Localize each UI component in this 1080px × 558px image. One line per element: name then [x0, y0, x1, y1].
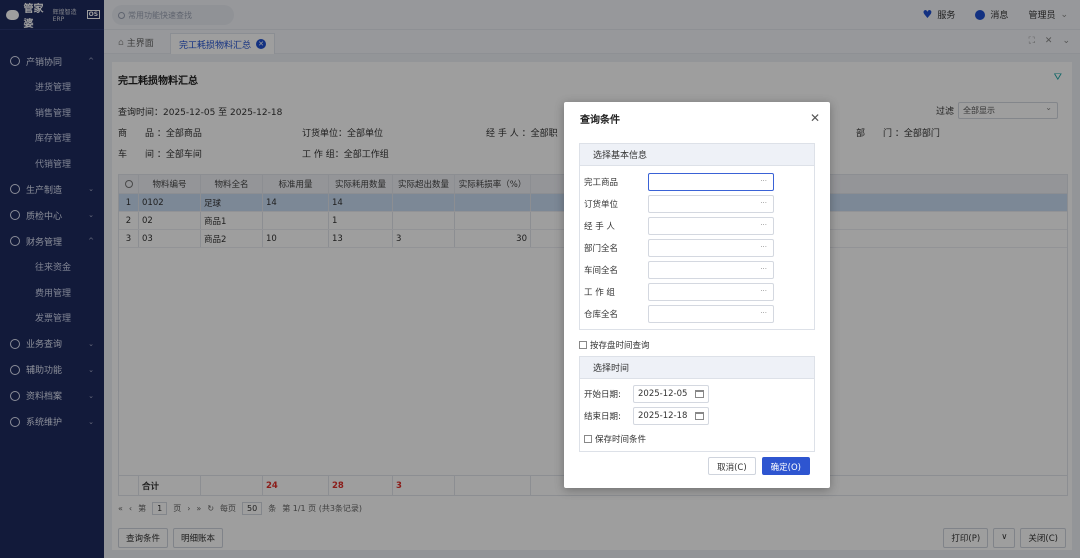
- field-row: 完工商品 ···: [584, 173, 774, 191]
- ellipsis-icon[interactable]: ···: [760, 309, 767, 317]
- field-label: 完工商品: [584, 178, 619, 188]
- field-label: 工 作 组: [584, 288, 615, 298]
- field-label: 仓库全名: [584, 310, 619, 320]
- field-label: 部门全名: [584, 244, 619, 254]
- field-row: 经 手 人 ···: [584, 217, 774, 235]
- field-row: 仓库全名 ···: [584, 305, 774, 323]
- start-date-row: 开始日期: 2025-12-05: [584, 385, 709, 403]
- calendar-icon[interactable]: [695, 412, 704, 420]
- checkbox-icon: [584, 435, 592, 443]
- field-label: 订货单位: [584, 200, 619, 210]
- field-input[interactable]: ···: [648, 305, 774, 323]
- by-stock-time-label: 按存盘时间查询: [590, 341, 650, 351]
- confirm-button[interactable]: 确定(O): [761, 457, 810, 475]
- end-date-row: 结束日期: 2025-12-18: [584, 407, 709, 425]
- ellipsis-icon[interactable]: ···: [760, 177, 767, 185]
- calendar-icon[interactable]: [695, 390, 704, 398]
- start-date-input[interactable]: 2025-12-05: [633, 385, 709, 403]
- save-time-checkbox[interactable]: 保存时间条件: [584, 433, 646, 445]
- time-heading: 选择时间: [580, 357, 814, 379]
- by-stock-time-checkbox[interactable]: 按存盘时间查询: [579, 339, 650, 351]
- basic-info-section: 选择基本信息 完工商品 ··· 订货单位 ··· 经 手 人 ··· 部门全名 ··· 车间全名…: [579, 143, 815, 330]
- time-section: 选择时间 开始日期: 2025-12-05 结束日期: 2025-12-18 保…: [579, 356, 815, 452]
- field-input[interactable]: ···: [648, 195, 774, 213]
- field-row: 车间全名 ···: [584, 261, 774, 279]
- ellipsis-icon[interactable]: ···: [760, 199, 767, 207]
- field-input[interactable]: ···: [648, 173, 774, 191]
- basic-info-heading: 选择基本信息: [580, 144, 814, 166]
- close-icon[interactable]: ✕: [810, 111, 820, 125]
- cancel-button[interactable]: 取消(C): [708, 457, 756, 475]
- ellipsis-icon[interactable]: ···: [760, 243, 767, 251]
- field-input[interactable]: ···: [648, 239, 774, 257]
- start-date-label: 开始日期:: [584, 390, 621, 400]
- ellipsis-icon[interactable]: ···: [760, 221, 767, 229]
- end-date-value: 2025-12-18: [638, 411, 688, 421]
- field-input[interactable]: ···: [648, 217, 774, 235]
- ellipsis-icon[interactable]: ···: [760, 287, 767, 295]
- field-label: 车间全名: [584, 266, 619, 276]
- field-row: 工 作 组 ···: [584, 283, 774, 301]
- modal-overlay: [0, 0, 1080, 558]
- ellipsis-icon[interactable]: ···: [760, 265, 767, 273]
- field-input[interactable]: ···: [648, 283, 774, 301]
- field-row: 订货单位 ···: [584, 195, 774, 213]
- save-time-label: 保存时间条件: [595, 435, 647, 445]
- end-date-input[interactable]: 2025-12-18: [633, 407, 709, 425]
- start-date-value: 2025-12-05: [638, 389, 688, 399]
- query-dialog: 查询条件 ✕ 选择基本信息 完工商品 ··· 订货单位 ··· 经 手 人 ··· 部门全名…: [564, 102, 830, 488]
- field-input[interactable]: ···: [648, 261, 774, 279]
- field-label: 经 手 人: [584, 222, 615, 232]
- end-date-label: 结束日期:: [584, 412, 621, 422]
- field-row: 部门全名 ···: [584, 239, 774, 257]
- checkbox-icon: [579, 341, 587, 349]
- dialog-title: 查询条件: [580, 115, 620, 126]
